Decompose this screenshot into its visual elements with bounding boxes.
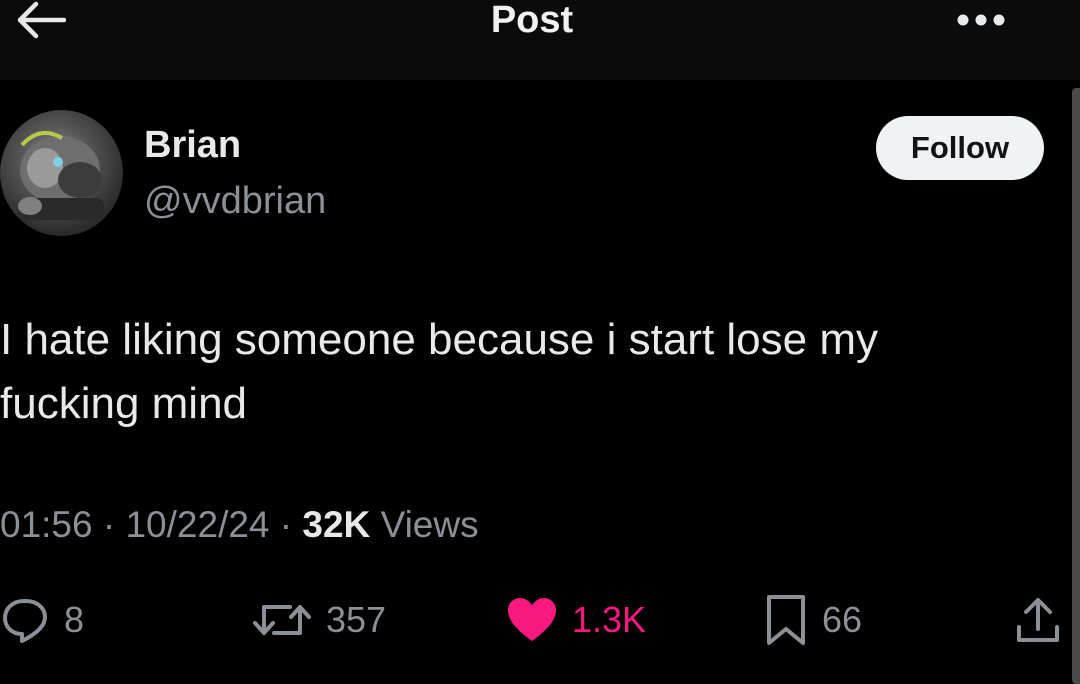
tweet-time[interactable]: 01:56 bbox=[0, 504, 93, 545]
follow-button[interactable]: Follow bbox=[876, 116, 1044, 180]
bookmark-button[interactable]: 66 bbox=[764, 590, 862, 650]
repost-button[interactable]: 357 bbox=[252, 590, 386, 650]
share-icon bbox=[1017, 598, 1059, 642]
author-name[interactable]: Brian bbox=[144, 124, 241, 167]
meta-separator: · bbox=[102, 504, 116, 545]
tweet-text: I hate liking someone because i start lo… bbox=[0, 315, 879, 428]
views-count[interactable]: 32K bbox=[302, 504, 370, 545]
more-button[interactable] bbox=[956, 12, 1006, 28]
reply-icon bbox=[3, 599, 47, 643]
action-bar: 8 357 1.3K 66 bbox=[0, 590, 1080, 650]
like-button[interactable]: 1.3K bbox=[506, 590, 646, 650]
meta-separator: · bbox=[279, 504, 293, 545]
repost-count: 357 bbox=[326, 599, 387, 640]
more-horizontal-icon bbox=[957, 14, 1005, 26]
author-handle[interactable]: @vvdbrian bbox=[144, 180, 326, 223]
tweet-meta: 01:56 · 10/22/24 · 32K Views bbox=[0, 504, 479, 546]
heart-filled-icon bbox=[508, 598, 556, 641]
reply-count: 8 bbox=[64, 599, 85, 640]
bookmark-count: 66 bbox=[822, 599, 863, 640]
views-label: Views bbox=[380, 504, 479, 545]
page-title: Post bbox=[490, 0, 574, 41]
avatar[interactable] bbox=[0, 110, 123, 236]
share-button[interactable] bbox=[1014, 590, 1062, 650]
avatar-image bbox=[18, 130, 104, 220]
repost-icon bbox=[253, 605, 311, 635]
like-count: 1.3K bbox=[572, 599, 647, 640]
bookmark-icon bbox=[767, 595, 805, 645]
top-bar: Post bbox=[0, 0, 1080, 80]
reply-button[interactable]: 8 bbox=[0, 590, 84, 650]
tweet-date[interactable]: 10/22/24 bbox=[125, 504, 269, 545]
